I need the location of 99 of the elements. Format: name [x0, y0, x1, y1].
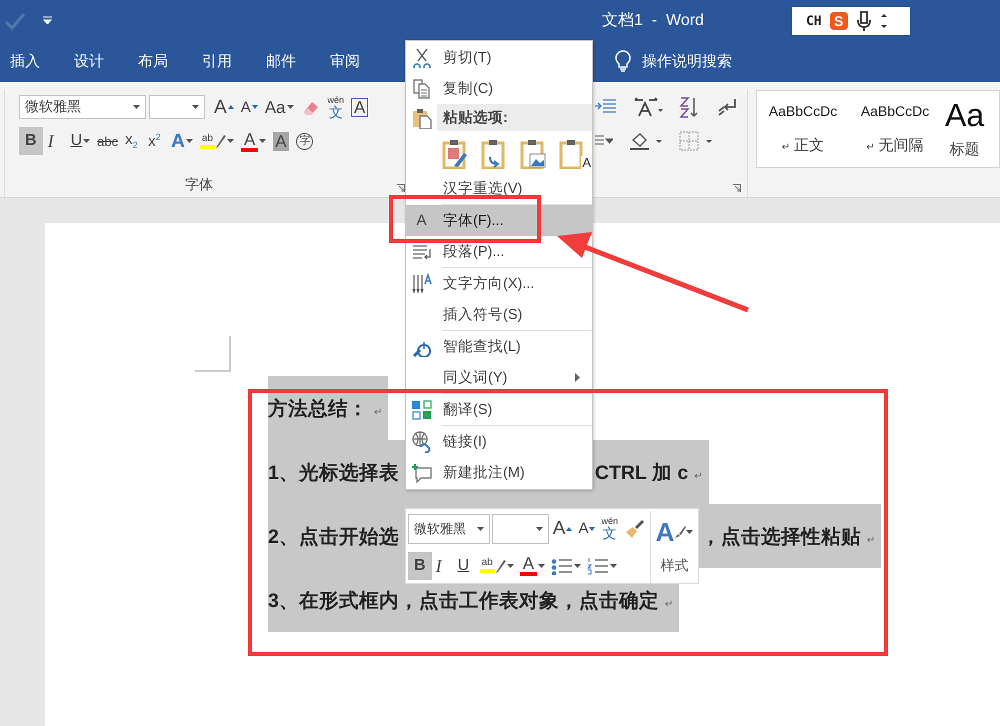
grow-font-button[interactable]: A	[212, 93, 236, 121]
bold-button[interactable]: B	[408, 552, 432, 580]
enclose-character-button[interactable]: 字	[294, 127, 316, 155]
microphone-icon[interactable]	[856, 10, 872, 32]
brush-icon	[624, 518, 646, 540]
bold-button[interactable]: B	[19, 127, 43, 155]
down-triangle-icon	[589, 526, 596, 530]
menu-item[interactable]: 复制(C)	[406, 73, 592, 104]
menu-item[interactable]: 新建批注(M)	[406, 457, 592, 488]
document-text: 3、在形式框内，点击工作表对象，点击确定	[268, 588, 659, 614]
italic-button[interactable]: I	[434, 552, 454, 580]
font-color-button[interactable]: A	[238, 127, 268, 155]
window-title: 文档1 - Word	[602, 10, 704, 30]
paragraph-mark: ↵	[664, 598, 674, 610]
font-color-button[interactable]: A	[518, 552, 548, 580]
paragraph-mark: ↵	[374, 406, 382, 418]
font-size-field[interactable]	[149, 95, 205, 119]
clipboard-icon	[481, 139, 507, 169]
spelling-check-icon[interactable]	[4, 10, 26, 30]
menu-item[interactable]: 链接(I)	[406, 426, 592, 457]
pen-icon	[216, 134, 226, 148]
group-label: 字体	[185, 176, 213, 194]
strikethrough-button[interactable]: abc	[95, 127, 120, 155]
dialog-launcher-icon[interactable]	[397, 184, 405, 192]
brush-icon	[674, 525, 686, 539]
menu-item[interactable]: A 字体(F)...	[406, 205, 592, 236]
menu-item[interactable]: 翻译(S)	[406, 394, 592, 425]
font-name-field[interactable]: 微软雅黑	[19, 95, 146, 119]
numbered-list-icon	[587, 556, 610, 574]
copy-icon	[412, 78, 432, 98]
up-triangle-icon	[566, 526, 572, 530]
down-triangle-icon	[252, 105, 258, 109]
change-case-button[interactable]: Aa	[262, 93, 296, 121]
dialog-launcher-icon[interactable]	[733, 184, 741, 192]
character-spacing-icon[interactable]	[633, 97, 663, 117]
document-text: 2、点击开始选	[268, 524, 399, 550]
styles-button[interactable]: A 样式	[650, 511, 698, 583]
more-icon[interactable]	[880, 13, 888, 29]
phonetic-guide-button[interactable]: wén 文	[599, 514, 620, 544]
ribbon-tab[interactable]: 引用	[192, 40, 256, 82]
ime-language[interactable]: CH	[806, 14, 822, 28]
ribbon-tab[interactable]: 审阅	[320, 40, 384, 82]
underline-button[interactable]: U	[68, 127, 92, 155]
ribbon-tab[interactable]: 设计	[64, 40, 128, 82]
caret-icon	[133, 105, 140, 109]
pen-icon	[496, 558, 506, 572]
caret-icon	[686, 530, 694, 534]
caret-icon	[192, 105, 199, 109]
document-text: CTRL 加 c	[594, 460, 688, 486]
tell-me-search[interactable]: 操作说明搜索	[642, 52, 732, 70]
scissors-icon	[412, 48, 432, 68]
menu-item[interactable]: 文字方向(X)...	[406, 268, 592, 299]
ribbon-tab[interactable]: 插入	[0, 40, 64, 82]
text-direction-icon	[410, 272, 432, 294]
translate-icon	[410, 398, 432, 420]
paragraph-icon	[412, 242, 432, 260]
subscript-button[interactable]: x$_{2}$	[123, 127, 144, 155]
up-triangle-icon	[228, 105, 234, 109]
underline-button[interactable]: U	[456, 552, 476, 580]
menu-item[interactable]: 段落(P)...	[406, 236, 592, 267]
text-effects-button[interactable]: A	[169, 127, 195, 155]
ribbon-tab[interactable]: 布局	[128, 40, 192, 82]
keep-text-only-button[interactable]: A	[559, 135, 589, 169]
document-text: 方法总结：	[268, 396, 368, 422]
highlight-button[interactable]: ab	[478, 552, 516, 580]
style-item[interactable]: AaBbCcDc ↵ 正文	[757, 91, 849, 167]
paragraph-mark: ↵	[694, 470, 703, 482]
bullet-list-icon	[551, 556, 574, 574]
lightbulb-icon	[615, 50, 631, 72]
paragraph-mark-icon[interactable]	[717, 97, 739, 117]
document-text: 1、光标选择表	[268, 460, 399, 486]
menu-item[interactable]: 同义词(Y)	[406, 362, 592, 393]
caret-icon	[477, 526, 484, 530]
menu-item[interactable]: 插入符号(S)	[406, 299, 592, 330]
margin-mark	[195, 336, 231, 372]
clipboard-icon	[412, 106, 432, 128]
customize-toolbar-icon[interactable]	[43, 16, 52, 24]
menu-item[interactable]: 汉字重选(V)	[406, 173, 592, 204]
font-name-field[interactable]: 微软雅黑	[408, 514, 490, 544]
paragraph-mark: ↵	[866, 534, 876, 546]
shrink-font-button[interactable]: A	[576, 514, 598, 542]
menu-item[interactable]: 剪切(T)	[406, 42, 592, 73]
comment-icon	[410, 462, 432, 482]
phonetic-guide-button[interactable]: wén 文	[326, 92, 346, 122]
caret-icon	[536, 526, 543, 530]
grow-font-button[interactable]: A	[550, 514, 574, 542]
superscript-button[interactable]: x$^{2}$	[146, 127, 166, 155]
shrink-font-button[interactable]: A	[238, 93, 260, 121]
document-text: ，点击选择性粘贴	[700, 524, 861, 550]
style-item[interactable]: Aa 标题	[941, 91, 984, 167]
globe-link-icon	[410, 430, 432, 452]
style-item[interactable]: AaBbCcDc ↵ 无间隔	[849, 91, 941, 167]
clipboard-icon	[520, 139, 546, 169]
menu-item[interactable]: 智能查找(L)	[406, 331, 592, 362]
ribbon-tab[interactable]: 邮件	[256, 40, 320, 82]
clipboard-icon	[442, 139, 468, 169]
italic-button[interactable]: I	[46, 127, 66, 155]
font-size-field[interactable]	[492, 514, 549, 544]
highlight-button[interactable]: ab	[198, 127, 236, 155]
